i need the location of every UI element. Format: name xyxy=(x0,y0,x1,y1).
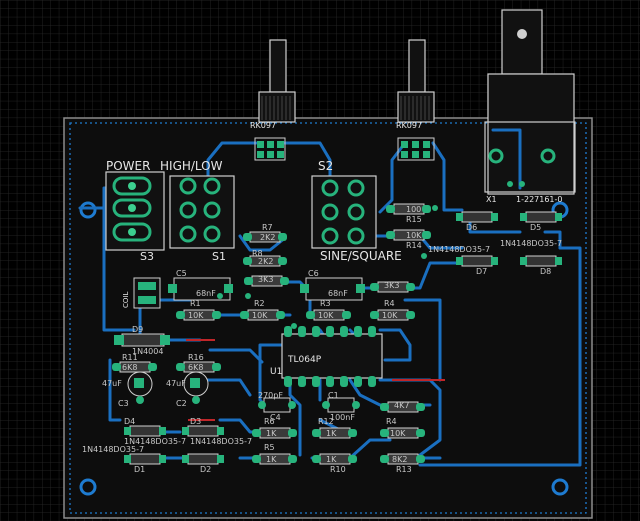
label-s2: S2 xyxy=(318,159,333,173)
coil-block[interactable] xyxy=(133,277,161,309)
value-r6: 1K xyxy=(266,429,277,438)
label-coil: COIL xyxy=(122,292,130,308)
value-c4: 270pF xyxy=(258,391,283,400)
label-r1: R1 xyxy=(190,299,201,308)
diode-d8 xyxy=(520,255,562,267)
label-r16: R16 xyxy=(188,353,204,362)
value-r3b: 3K3 xyxy=(258,275,273,284)
value-r14: 10K xyxy=(406,231,422,240)
label-u1: U1 xyxy=(270,367,282,377)
value-d5: 1N4148DO35-7 xyxy=(500,239,562,248)
label-r6: R6 xyxy=(264,417,275,426)
diode-d5 xyxy=(520,211,562,223)
label-power: POWER xyxy=(106,159,150,173)
label-pot-right: RK097 xyxy=(396,121,422,130)
value-r9: 4K7 xyxy=(394,401,409,410)
capacitor-c1 xyxy=(322,397,360,413)
value-r5: 1K xyxy=(266,455,277,464)
label-r4: R4 xyxy=(384,299,395,308)
value-r16: 6K8 xyxy=(188,363,203,372)
label-d5: D5 xyxy=(530,223,541,232)
label-c2: C2 xyxy=(176,399,187,408)
label-r14: R14 xyxy=(406,241,422,250)
label-s3: S3 xyxy=(140,250,154,263)
label-c6: C6 xyxy=(308,269,319,278)
label-d6: D6 xyxy=(466,223,477,232)
value-d1: 1N4148DO35-7 xyxy=(82,445,144,454)
value-r12: 1K xyxy=(326,429,337,438)
label-s1: S1 xyxy=(212,250,226,263)
label-c1: C1 xyxy=(328,391,339,400)
value-c5: 68nF xyxy=(196,289,216,298)
value-r7: 2K2 xyxy=(260,233,275,242)
value-d3: 1N4148DO35-7 xyxy=(190,437,252,446)
value-r11: 6K8 xyxy=(122,363,137,372)
label-d7: D7 xyxy=(476,267,487,276)
capacitor-c4 xyxy=(258,397,296,413)
label-d2: D2 xyxy=(200,465,211,474)
label-r4b: R4 xyxy=(386,417,397,426)
label-d9: D9 xyxy=(132,325,143,334)
label-r7: R7 xyxy=(262,223,273,232)
value-r10: 1K xyxy=(326,455,337,464)
label-r15: R15 xyxy=(406,215,422,224)
label-r13: R13 xyxy=(396,465,412,474)
switch-s3[interactable] xyxy=(105,171,165,251)
label-x1: X1 xyxy=(486,195,497,204)
label-r3: R3 xyxy=(320,299,331,308)
diode-d7 xyxy=(456,255,498,267)
label-r11: R11 xyxy=(122,353,138,362)
label-sine-square: SINE/SQUARE xyxy=(320,249,402,263)
switch-s1[interactable] xyxy=(169,175,235,249)
switch-s2[interactable] xyxy=(311,175,377,249)
diode-d4 xyxy=(124,425,166,437)
label-high-low: HIGH/LOW xyxy=(160,159,223,173)
diode-d6 xyxy=(456,211,498,223)
label-r5: R5 xyxy=(264,443,275,452)
label-d8: D8 xyxy=(540,267,551,276)
value-r2b: 3K3 xyxy=(384,281,399,290)
diode-d1 xyxy=(124,453,166,465)
value-r15: 100 xyxy=(406,205,421,214)
diode-d3 xyxy=(182,425,224,437)
value-c2: 47uF xyxy=(166,379,186,388)
label-r12: R12 xyxy=(318,417,334,426)
label-bnc: 1-227161-0 xyxy=(516,195,563,204)
label-d3: D3 xyxy=(190,417,201,426)
pcb-layout-canvas[interactable]: POWER HIGH/LOW S3 S1 S2 SINE/SQUARE TL06… xyxy=(0,0,640,521)
value-r4: 10K xyxy=(382,311,398,320)
label-r10: R10 xyxy=(330,465,346,474)
value-d6: 1N4148DO35-7 xyxy=(428,245,490,254)
value-r4b: 10K xyxy=(390,429,406,438)
diode-d9 xyxy=(114,333,170,347)
value-c3: 47uF xyxy=(102,379,122,388)
label-c3: C3 xyxy=(118,399,129,408)
label-d4: D4 xyxy=(124,417,135,426)
value-c1: 100nF xyxy=(330,413,355,422)
label-r2: R2 xyxy=(254,299,265,308)
label-pot-left: RK097 xyxy=(250,121,276,130)
diode-d2 xyxy=(182,453,224,465)
label-d1: D1 xyxy=(134,465,145,474)
value-r3: 10K xyxy=(318,311,334,320)
value-c6: 68nF xyxy=(328,289,348,298)
value-r13: 8K2 xyxy=(392,455,407,464)
value-r1: 10K xyxy=(188,311,204,320)
value-r2: 10K xyxy=(252,311,268,320)
value-r8: 2K2 xyxy=(258,257,273,266)
label-c5: C5 xyxy=(176,269,187,278)
label-ic: TL064P xyxy=(287,355,322,365)
